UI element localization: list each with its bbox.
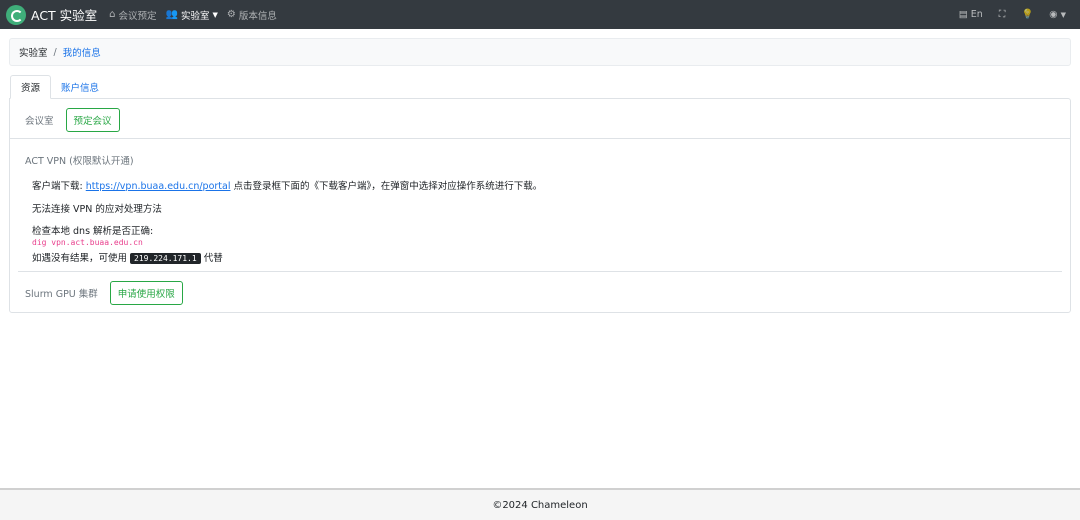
- slurm-label: Slurm GPU 集群: [25, 289, 98, 300]
- breadcrumb-current[interactable]: 我的信息: [63, 45, 101, 59]
- tab-account-info[interactable]: 账户信息: [51, 75, 109, 99]
- tab-resources[interactable]: 资源: [10, 75, 52, 99]
- dns-check-text: 检查本地 dns 解析是否正确:: [32, 226, 154, 237]
- fallback-ip: 219.224.171.1: [130, 253, 201, 264]
- users-icon: 👥: [165, 9, 178, 20]
- footer: ©2024 Chameleon: [0, 488, 1080, 520]
- dns-fallback-line: 如遇没有结果，可使用 219.224.171.1 代替: [32, 253, 223, 264]
- chameleon-logo-icon: [6, 4, 26, 25]
- divider: [18, 271, 1062, 272]
- meeting-section: 会议室 预定会议: [25, 108, 120, 132]
- chevron-down-icon: ▼: [1060, 11, 1066, 19]
- vpn-trouble-heading: 无法连接 VPN 的应对处理方法: [32, 204, 162, 215]
- brand[interactable]: ACT 实验室: [6, 4, 98, 25]
- breadcrumb: 实验室 / 我的信息: [9, 38, 1071, 66]
- fullscreen-icon[interactable]: ⛶: [999, 9, 1006, 20]
- nav-item-version[interactable]: ⚙ 版本信息: [227, 8, 277, 22]
- vpn-title: ACT VPN (权限默认开通): [25, 156, 134, 167]
- resources-card: 会议室 预定会议 ACT VPN (权限默认开通) 客户端下载: https:/…: [9, 98, 1071, 313]
- building-icon: ⌂: [109, 9, 116, 20]
- vpn-download-line: 客户端下载: https://vpn.buaa.edu.cn/portal 点击…: [32, 181, 543, 192]
- divider: [10, 138, 1070, 139]
- slurm-section: Slurm GPU 集群 申请使用权限: [25, 281, 183, 305]
- top-navbar: ACT 实验室 ⌂ 会议预定 👥 实验室 ▼ ⚙ 版本信息 ▤ En ⛶ 💡 ◉…: [0, 0, 1080, 29]
- vpn-portal-link[interactable]: https://vpn.buaa.edu.cn/portal: [86, 181, 231, 192]
- vpn-section: ACT VPN (权限默认开通) 客户端下载: https://vpn.buaa…: [25, 153, 1055, 264]
- user-menu[interactable]: ◉ ▼: [1049, 9, 1066, 20]
- meeting-label: 会议室: [25, 116, 54, 127]
- book-meeting-button[interactable]: 预定会议: [65, 108, 120, 132]
- brand-name: ACT 实验室: [31, 8, 98, 23]
- lightbulb-icon[interactable]: 💡: [1021, 9, 1033, 20]
- nav-item-meeting[interactable]: ⌂ 会议预定: [109, 8, 156, 22]
- user-icon: ◉: [1049, 9, 1058, 20]
- cog-icon: ⚙: [226, 9, 236, 20]
- chevron-down-icon: ▼: [212, 10, 218, 19]
- language-icon: ▤: [958, 9, 968, 20]
- request-access-button[interactable]: 申请使用权限: [109, 281, 183, 305]
- language-switch[interactable]: ▤ En: [959, 9, 983, 20]
- dig-command: dig vpn.act.buaa.edu.cn: [32, 238, 143, 247]
- tab-bar: 资源 账户信息: [10, 75, 109, 99]
- nav-item-lab[interactable]: 👥 实验室 ▼: [166, 8, 218, 22]
- breadcrumb-home[interactable]: 实验室: [19, 45, 48, 59]
- breadcrumb-separator: /: [53, 46, 57, 58]
